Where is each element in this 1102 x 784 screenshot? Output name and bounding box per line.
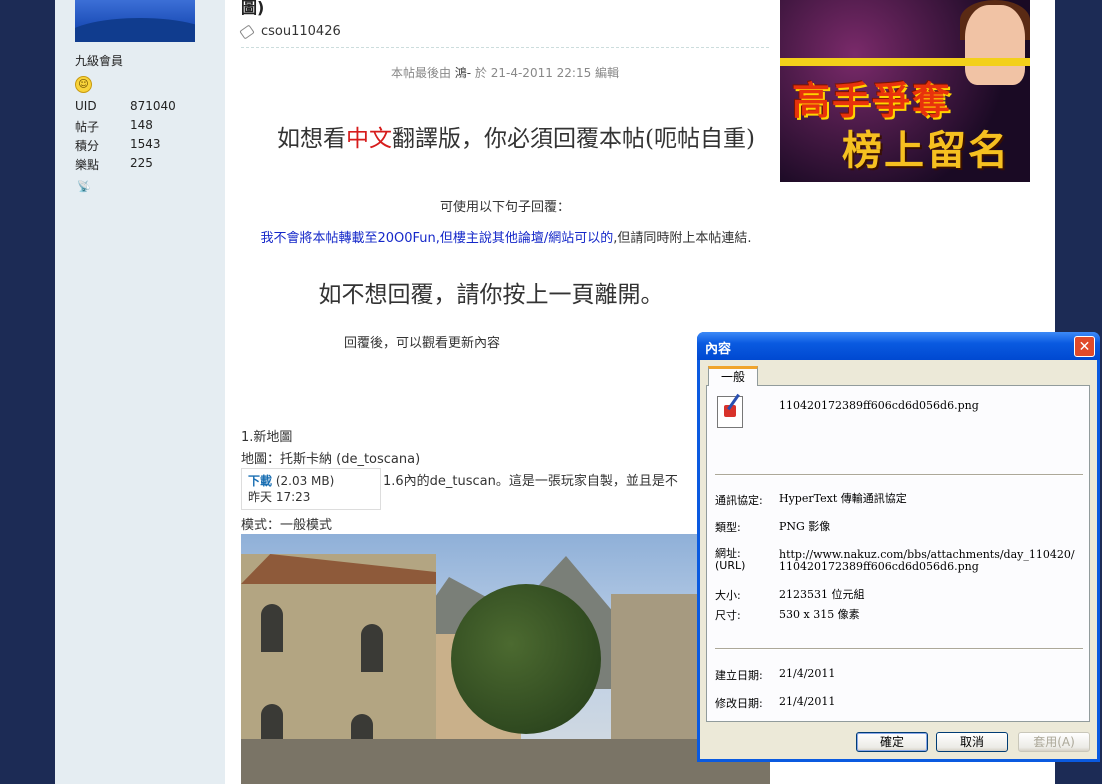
- properties-dialog: 內容 ✕ 一般 110420172389ff606cd6d056d6.png 通…: [697, 332, 1100, 762]
- user-rank: 九級會員: [75, 54, 124, 68]
- edited-prefix: 本帖最後由: [390, 66, 455, 80]
- size-value: 2123531 位元組: [779, 588, 865, 601]
- attachment-size: (2.03 MB): [275, 474, 335, 488]
- tooltip-line-1: 下載 (2.03 MB): [248, 473, 374, 489]
- scene-window: [261, 604, 283, 652]
- apply-button[interactable]: 套用(A): [1018, 732, 1090, 752]
- edited-suffix: 於 21-4-2011 22:15 編輯: [471, 66, 620, 80]
- download-link[interactable]: 下載: [248, 474, 272, 488]
- headline: 如想看中文翻譯版，你必須回覆本帖(呃帖自重): [256, 122, 776, 156]
- avatar-hill: [75, 18, 195, 42]
- protocol-label: 通訊協定:: [715, 494, 763, 507]
- map-name: 地圖：托斯卡納 (de_toscana): [241, 452, 421, 467]
- leave-notice: 如不想回覆，請你按上一頁離開。: [318, 282, 664, 308]
- type-value: PNG 影像: [779, 520, 831, 533]
- scene-ground: [241, 739, 770, 784]
- edited-note: 本帖最後由 鴻- 於 21-4-2011 22:15 編輯: [241, 64, 769, 81]
- headline-chinese: 中文: [346, 126, 393, 152]
- ad-headline-1: 高手爭奪: [792, 78, 953, 123]
- after-reply-note: 回覆後，可以觀看更新內容: [343, 336, 500, 351]
- tag-icon: [239, 23, 255, 40]
- ok-button[interactable]: 確定: [856, 732, 928, 752]
- file-icon: [717, 393, 743, 428]
- modified-value: 21/4/2011: [779, 695, 836, 708]
- url-value: http://www.nakuz.com/bbs/attachments/day…: [779, 548, 1075, 573]
- divider: [241, 47, 769, 48]
- smiley-icon: ☺: [75, 76, 92, 93]
- map-mode: 模式：一般模式: [241, 518, 333, 533]
- headline-a: 如想看: [277, 126, 347, 152]
- scene-window: [361, 624, 383, 672]
- stat-row: 帖子 148: [75, 118, 176, 137]
- dialog-title: 內容: [705, 342, 732, 357]
- avatar[interactable]: [75, 0, 195, 42]
- general-panel: 110420172389ff606cd6d056d6.png 通訊協定: Hyp…: [706, 385, 1090, 722]
- divider: [715, 474, 1083, 476]
- satellite-icon[interactable]: 📡: [77, 180, 91, 193]
- stat-value: 148: [130, 118, 153, 132]
- edited-author: 鴻-: [454, 66, 472, 80]
- ad-stripe: [780, 58, 1030, 66]
- type-label: 類型:: [715, 521, 741, 534]
- scene-roof: [241, 554, 436, 584]
- stat-value: 1543: [130, 137, 161, 151]
- ad-character: [965, 5, 1025, 85]
- stat-value: 871040: [130, 99, 176, 113]
- post-title: 圖): [241, 0, 265, 17]
- map-description: 1.6內的de_tuscan。這是一張玩家自製，並且是不: [383, 474, 678, 489]
- scene-tree: [451, 584, 601, 734]
- file-name: 110420172389ff606cd6d056d6.png: [779, 399, 979, 412]
- headline-c: 翻譯版，你必須回覆本帖(: [392, 126, 654, 152]
- dialog-titlebar[interactable]: 內容 ✕: [697, 332, 1100, 360]
- reply-sentence: 我不會將本帖轉載至20O0Fun,但樓主說其他論壇/網站可以的,但請同時附上本帖…: [243, 224, 769, 253]
- modified-label: 修改日期:: [715, 697, 763, 710]
- stat-key: 帖子: [75, 120, 100, 134]
- dimensions-value: 530 x 315 像素: [779, 608, 860, 621]
- ad-headline-2: 榜上留名: [842, 127, 1010, 174]
- stat-key: UID: [75, 99, 97, 113]
- post-tag[interactable]: csou110426: [239, 23, 341, 40]
- headline-d: 呃帖自重): [654, 126, 755, 152]
- stat-value: 225: [130, 156, 153, 170]
- stat-key: 積分: [75, 139, 100, 153]
- reply-sentence-blue: 我不會將本帖轉載至20O0Fun,但樓主說其他論壇/網站可以的: [260, 231, 614, 246]
- tab-general[interactable]: 一般: [708, 366, 758, 386]
- size-label: 大小:: [715, 589, 741, 602]
- created-label: 建立日期:: [715, 669, 763, 682]
- user-stats: UID 871040 帖子 148 積分 1543 樂點 225: [75, 99, 176, 175]
- cancel-button[interactable]: 取消: [936, 732, 1008, 752]
- stat-row: 積分 1543: [75, 137, 176, 156]
- reply-instruction: 可使用以下句子回覆：: [439, 200, 570, 215]
- url-label-2: (URL): [715, 559, 746, 572]
- attachment-tooltip: 下載 (2.03 MB) 昨天 17:23: [241, 468, 381, 510]
- stat-row: 樂點 225: [75, 156, 176, 175]
- map-screenshot[interactable]: [241, 534, 770, 784]
- divider: [715, 648, 1083, 650]
- map-number: 1.新地圖: [241, 430, 293, 445]
- dialog-body: 一般 110420172389ff606cd6d056d6.png 通訊協定: …: [700, 360, 1097, 759]
- stat-key: 樂點: [75, 158, 100, 172]
- dimensions-label: 尺寸:: [715, 609, 741, 622]
- reply-sentence-rest: ,但請同時附上本帖連結.: [613, 231, 752, 246]
- ad-banner[interactable]: 高手爭奪 榜上留名: [780, 0, 1030, 182]
- tag-label[interactable]: csou110426: [261, 24, 341, 39]
- attachment-time: 昨天 17:23: [248, 490, 311, 504]
- created-value: 21/4/2011: [779, 667, 836, 680]
- protocol-value: HyperText 傳輸通訊協定: [779, 492, 907, 505]
- stat-row: UID 871040: [75, 99, 176, 118]
- close-button[interactable]: ✕: [1074, 336, 1095, 357]
